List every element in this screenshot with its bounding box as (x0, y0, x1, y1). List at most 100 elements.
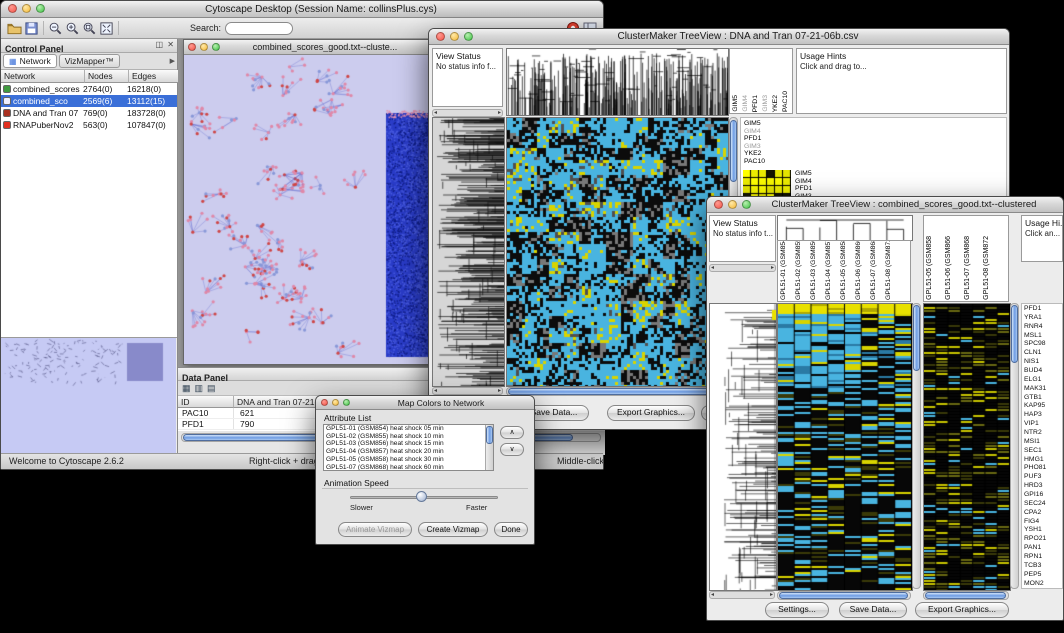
network-view-titlebar[interactable]: combined_scores_good.txt--cluste... (184, 40, 432, 55)
dendrogram-hscrollbar[interactable]: ◂ ▸ (709, 264, 776, 272)
attribute-item[interactable]: GPL51-05 (GSM858) heat shock 30 min (324, 456, 493, 464)
gene-label[interactable]: YSH1 (1024, 526, 1062, 533)
settings-button[interactable]: Settings... (765, 602, 829, 618)
gene-label[interactable]: RPN1 (1024, 553, 1062, 560)
gene-label[interactable]: FIG4 (1024, 518, 1062, 525)
column-label[interactable]: GPL51-07 (GSM868 (870, 240, 877, 300)
column-label[interactable]: GPL51-02 (GSM855 (795, 240, 802, 300)
column-label[interactable]: GPL51-01 (GSM854 (780, 240, 787, 300)
gene-label[interactable]: SEC24 (1024, 500, 1062, 507)
gene-label[interactable]: GPI16 (1024, 491, 1062, 498)
network-table-row[interactable]: combined_scores 2764(0) 16218(0) (1, 83, 177, 95)
minimize-window-button[interactable] (200, 43, 208, 51)
gene-label[interactable]: KAP95 (1024, 402, 1062, 409)
gene-label[interactable]: PFD1 (1024, 305, 1062, 312)
zoom-out-icon[interactable] (47, 20, 64, 37)
gene-label[interactable]: CPA2 (1024, 509, 1062, 516)
animate-vizmap-button[interactable]: Animate Vizmap (338, 522, 412, 537)
gene-label[interactable]: RNR4 (1024, 323, 1062, 330)
column-label[interactable]: PFD1 (752, 95, 759, 112)
gene-label[interactable]: PAN1 (1024, 544, 1062, 551)
column-label[interactable]: PAC10 (782, 91, 789, 112)
select-attributes-icon[interactable]: ▦ (182, 383, 191, 394)
zoom-in-icon[interactable] (64, 20, 81, 37)
open-session-icon[interactable] (6, 20, 23, 37)
move-up-button[interactable]: ∧ (500, 426, 524, 439)
scrollbar-thumb[interactable] (730, 120, 737, 182)
gene-label[interactable]: MSL1 (1024, 332, 1062, 339)
tv1-hscrollbar[interactable] (506, 387, 727, 396)
tv1-heatmap-canvas[interactable] (506, 117, 729, 387)
column-label[interactable]: GPL51-03 (GSM856 (810, 240, 817, 300)
network-canvas[interactable] (184, 55, 432, 364)
gene-label[interactable]: HMG1 (1024, 456, 1062, 463)
animation-speed-slider-thumb[interactable] (416, 491, 427, 502)
gene-label[interactable]: NTR2 (1024, 429, 1062, 436)
zoom-window-button[interactable] (212, 43, 220, 51)
gene-label[interactable]: SEC1 (1024, 447, 1062, 454)
tab-overflow-icon[interactable]: ▶ (170, 57, 175, 65)
attribute-list-scrollbar[interactable] (485, 425, 493, 470)
scroll-right-icon[interactable]: ▸ (498, 388, 501, 394)
gene-label[interactable]: MON2 (1024, 580, 1062, 587)
scroll-left-icon[interactable]: ◂ (711, 265, 714, 271)
column-header-nodes[interactable]: Nodes (85, 70, 129, 83)
close-window-button[interactable] (321, 399, 328, 406)
gene-label[interactable]: ELG1 (1024, 376, 1062, 383)
attribute-item[interactable]: GPL51-03 (GSM856) heat shock 15 min (324, 440, 493, 448)
attribute-item[interactable]: GPL51-01 (GSM854) heat shock 05 min (324, 425, 493, 433)
tv2-sub-hscrollbar[interactable] (923, 591, 1009, 600)
gene-label[interactable]: GIM5 (795, 170, 816, 178)
column-label[interactable]: GPL51-06 (GSM866 (945, 236, 952, 300)
gene-label[interactable]: RPO21 (1024, 535, 1062, 542)
close-window-button[interactable] (188, 43, 196, 51)
column-label[interactable]: GPL51-06 (GSM866 (855, 240, 862, 300)
gene-label[interactable]: GIM5 (744, 120, 765, 128)
minimize-window-button[interactable] (22, 4, 31, 13)
done-button[interactable]: Done (494, 522, 528, 537)
zoom-window-button[interactable] (36, 4, 45, 13)
scroll-left-icon[interactable]: ◂ (711, 592, 714, 598)
zoom-window-button[interactable] (343, 399, 350, 406)
scroll-right-icon[interactable]: ▸ (771, 265, 774, 271)
dendrogram-hscrollbar[interactable]: ◂ ▸ (432, 109, 503, 117)
network-table-row[interactable]: DNA and Tran 07 769(0) 183728(0) (1, 107, 177, 119)
scrollbar-thumb[interactable] (779, 592, 908, 599)
scroll-left-icon[interactable]: ◂ (434, 110, 437, 116)
gene-label[interactable]: NIS1 (1024, 358, 1062, 365)
gene-label[interactable]: SPC98 (1024, 340, 1062, 347)
overview-canvas[interactable] (1, 338, 176, 454)
column-label[interactable]: GPL51-08 (GSM872 (983, 236, 990, 300)
column-label[interactable]: GIM3 (762, 95, 769, 112)
minimize-window-button[interactable] (450, 32, 459, 41)
column-label[interactable]: GIM5 (732, 95, 739, 112)
close-panel-icon[interactable]: ✕ (167, 41, 174, 49)
attribute-rows-icon[interactable]: ▤ (207, 383, 216, 394)
gene-label[interactable]: YKE2 (744, 150, 765, 158)
attribute-item[interactable]: GPL51-02 (GSM855) heat shock 10 min (324, 433, 493, 441)
save-session-icon[interactable] (23, 20, 40, 37)
scroll-right-icon[interactable]: ▸ (498, 110, 501, 116)
gene-label[interactable]: GIM4 (795, 178, 816, 186)
tv2-heatmap-canvas[interactable] (777, 303, 913, 591)
export-graphics-button[interactable]: Export Graphics... (915, 602, 1009, 618)
create-vizmap-button[interactable]: Create Vizmap (418, 522, 488, 537)
tv2-row-dendrogram-canvas[interactable] (709, 303, 777, 591)
gene-label[interactable]: GIM4 (744, 128, 765, 136)
zoom-fit-icon[interactable] (98, 20, 115, 37)
zoom-window-button[interactable] (464, 32, 473, 41)
tab-vizmapper[interactable]: VizMapper™ (59, 54, 120, 68)
gene-label[interactable]: CLN1 (1024, 349, 1062, 356)
attribute-columns-icon[interactable]: ▥ (195, 383, 204, 394)
treeview1-titlebar[interactable]: ClusterMaker TreeView : DNA and Tran 07-… (429, 29, 1009, 45)
column-label[interactable]: GPL51-05 (GSM858 (840, 240, 847, 300)
gene-label[interactable]: PHO81 (1024, 464, 1062, 471)
network-overview-panel[interactable] (1, 337, 177, 455)
column-label[interactable]: YKE2 (772, 95, 779, 112)
column-header-id[interactable]: ID (178, 396, 234, 408)
attribute-item[interactable]: GPL51-04 (GSM857) heat shock 20 min (324, 448, 493, 456)
scrollbar-thumb[interactable] (913, 305, 920, 371)
save-data-button[interactable]: Save Data... (839, 602, 907, 618)
column-label[interactable]: GPL51-04 (GSM857 (825, 240, 832, 300)
tv1-row-dendrogram-canvas[interactable] (432, 117, 505, 387)
